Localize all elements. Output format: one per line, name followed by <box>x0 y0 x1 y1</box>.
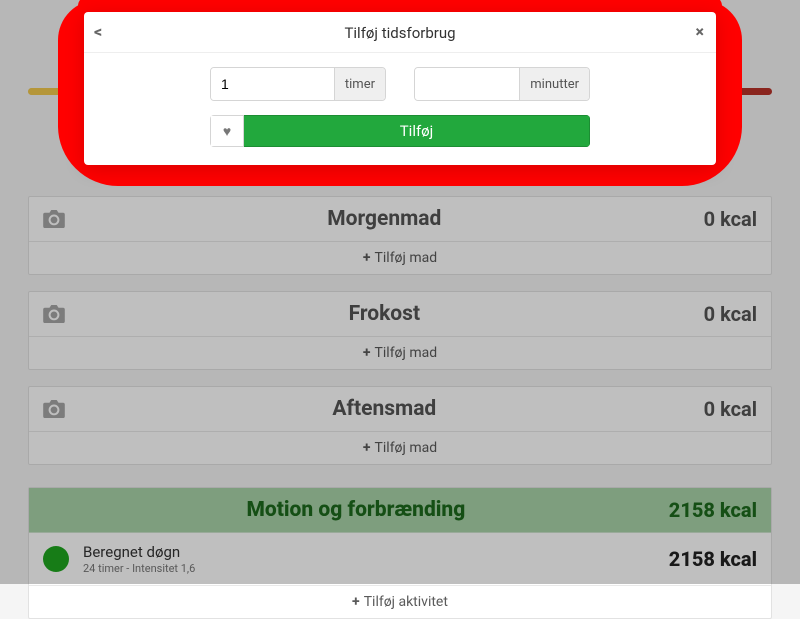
add-button-label: Tilføj <box>400 122 434 140</box>
add-button[interactable]: Tilføj <box>244 115 590 147</box>
minutes-input[interactable] <box>415 68 519 100</box>
minutes-unit-label: minutter <box>519 68 589 100</box>
minutes-input-group: minutter <box>414 67 590 101</box>
favorite-button[interactable]: ♥ <box>210 115 244 147</box>
modal-title: Tilføj tidsforbrug <box>94 24 706 42</box>
heart-icon: ♥ <box>223 123 231 140</box>
plus-icon: + <box>352 594 360 610</box>
hours-unit-label: timer <box>334 68 385 100</box>
add-time-modal: < Tilføj tidsforbrug × timer minutter ♥ … <box>84 12 716 165</box>
add-activity-label: Tilføj aktivitet <box>364 594 448 610</box>
hours-input[interactable] <box>211 68 334 100</box>
hours-input-group: timer <box>210 67 386 101</box>
close-button[interactable]: × <box>696 22 704 41</box>
add-activity-button[interactable]: +Tilføj aktivitet <box>29 586 771 618</box>
back-button[interactable]: < <box>94 22 102 41</box>
